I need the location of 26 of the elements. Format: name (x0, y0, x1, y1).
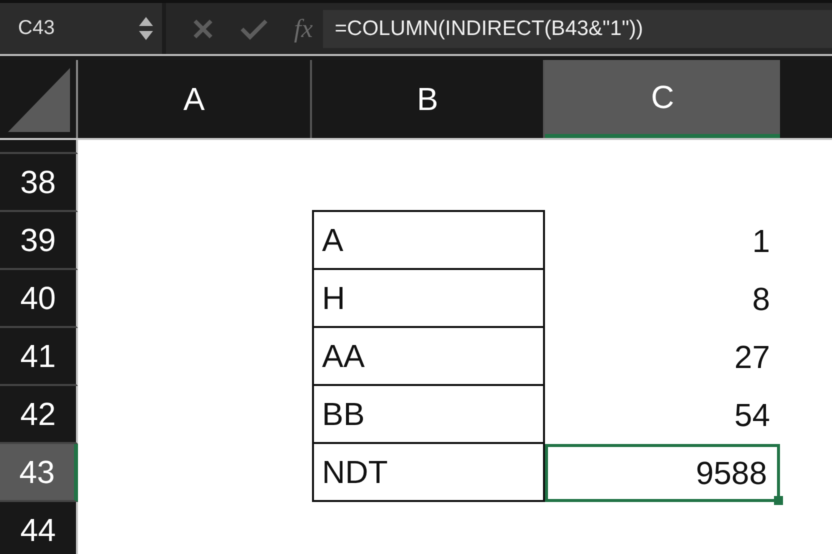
row-header[interactable]: 39 (0, 212, 78, 270)
row-header[interactable]: 42 (0, 386, 78, 444)
table-cell: H (312, 268, 545, 328)
row-header[interactable]: 44 (0, 502, 78, 554)
spinner-arrows-icon[interactable] (138, 14, 154, 42)
row-header[interactable]: 43 (0, 444, 78, 502)
table-cell-text: 54 (733, 396, 771, 434)
table-cell-text: 8 (751, 280, 771, 318)
table-cell: 9588 (545, 444, 780, 502)
name-box[interactable]: C43 (0, 3, 166, 54)
row-header[interactable] (0, 140, 78, 154)
table-cell: A (312, 210, 545, 270)
row-header[interactable]: 38 (0, 154, 78, 212)
table-cell: AA (312, 326, 545, 386)
table-cell: NDT (312, 442, 545, 502)
formula-field[interactable]: =COLUMN(INDIRECT(B43&"1")) (322, 10, 832, 48)
table-cell-text: 27 (733, 338, 771, 376)
column-header[interactable]: A (78, 60, 312, 138)
row-header[interactable]: 40 (0, 270, 78, 328)
fill-handle[interactable] (774, 496, 783, 505)
column-header[interactable]: C (545, 60, 780, 138)
corner-triangle-icon (8, 68, 70, 132)
table-cell-text: 1 (751, 222, 771, 260)
table-cell: BB (312, 384, 545, 444)
row-header[interactable]: 41 (0, 328, 78, 386)
check-icon[interactable] (240, 18, 268, 40)
